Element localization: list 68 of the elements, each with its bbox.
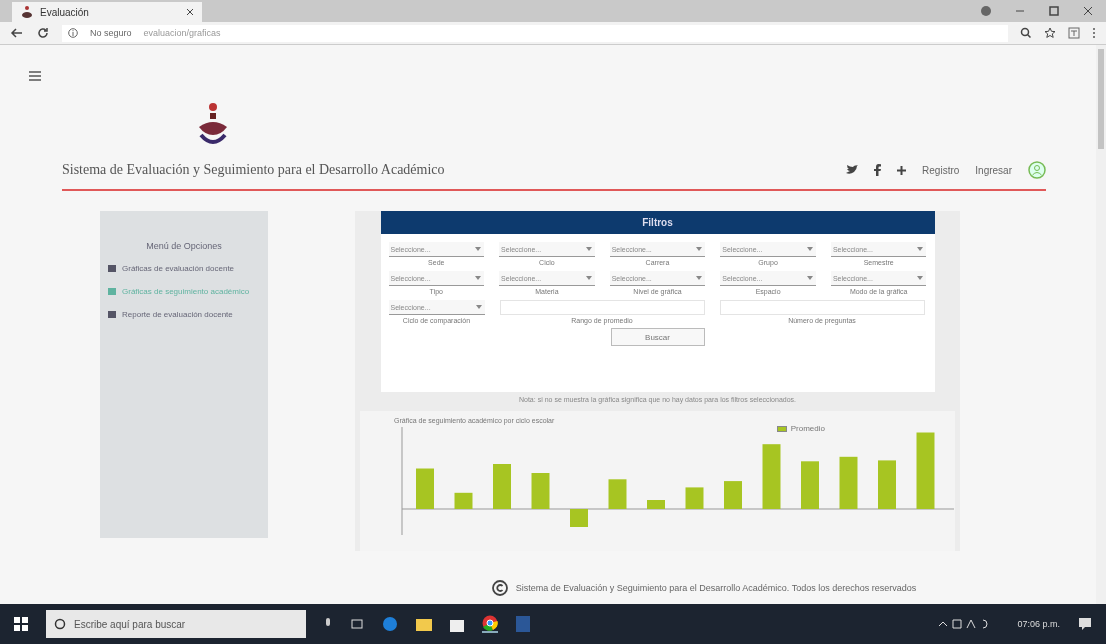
input-field[interactable]: [499, 300, 705, 315]
chrome-icon[interactable]: [482, 615, 498, 633]
crest-icon: [20, 5, 34, 19]
copyright-icon: [491, 580, 508, 596]
url-text: evaluacion/graficas: [143, 28, 221, 38]
chart-bar: [570, 509, 588, 527]
crest-logo-icon: [196, 101, 230, 147]
chart-bar: [685, 487, 704, 509]
twitter-icon[interactable]: [846, 165, 859, 175]
caret-icon: [917, 247, 924, 251]
chart-bar: [724, 481, 742, 509]
plus-icon[interactable]: [897, 165, 907, 175]
caret-icon: [696, 276, 703, 280]
address-bar[interactable]: No seguro evaluacion/graficas: [62, 24, 1008, 42]
caret-icon: [585, 247, 592, 251]
site-title: Sistema de Evaluación y Seguimiento para el Desarrollo Académico: [62, 162, 445, 178]
input-field[interactable]: [719, 300, 925, 315]
caret-icon: [475, 276, 482, 280]
star-icon[interactable]: [1044, 27, 1056, 39]
search-button[interactable]: Buscar: [610, 328, 705, 346]
chart-bar: [454, 492, 473, 509]
notification-icon[interactable]: [1078, 617, 1092, 631]
chart-bar: [531, 473, 550, 509]
facebook-icon[interactable]: [874, 164, 882, 176]
zoom-icon[interactable]: [1020, 27, 1032, 39]
footer-text: Sistema de Evaluación y Seguimiento para el Desarrollo Académico. Todos los derechos reservados: [515, 583, 917, 593]
reload-icon[interactable]: [36, 26, 50, 40]
security-label: No seguro: [90, 28, 132, 38]
caret-icon: [806, 276, 813, 280]
chart-bar: [416, 468, 434, 509]
chart-bar: [839, 456, 858, 509]
sidebar-title: Menú de Opciones: [145, 241, 223, 251]
sidebar-item[interactable]: Gráficas de seguimiento académico: [122, 286, 250, 298]
chart-bar: [493, 464, 511, 509]
tab-title: Evaluación: [40, 6, 89, 18]
folder-icon[interactable]: [416, 617, 432, 631]
clock-text: 07:06 p.m.: [1017, 619, 1060, 629]
chart-bar: [608, 479, 627, 509]
chart-bar: [801, 461, 819, 509]
caret-icon: [475, 305, 482, 309]
search-placeholder: Escribe aquí para buscar: [74, 618, 186, 630]
sidebar-item[interactable]: Gráficas de evaluación docente: [122, 263, 235, 275]
caret-icon: [917, 276, 924, 280]
chart-legend: Promedio: [790, 424, 825, 433]
caret-icon: [806, 247, 813, 251]
task-view-icon[interactable]: [350, 618, 364, 630]
windows-start-icon[interactable]: [14, 617, 28, 631]
register-link[interactable]: Registro: [922, 164, 960, 176]
login-link[interactable]: Ingresar: [975, 164, 1012, 176]
info-icon[interactable]: [68, 28, 78, 38]
maximize-icon[interactable]: [1048, 5, 1060, 17]
menu-icon[interactable]: [29, 71, 41, 81]
chart-bar: [762, 444, 781, 509]
caret-icon: [585, 276, 592, 280]
caret-icon: [475, 247, 482, 251]
menu-icon[interactable]: [1092, 27, 1096, 39]
taskbar-search-field[interactable]: Escribe aquí para buscar: [46, 610, 306, 638]
browser-tab[interactable]: Evaluación: [12, 2, 202, 22]
filter-header: Filtros: [380, 211, 935, 234]
cortana-circle-icon: [54, 618, 66, 630]
legend-swatch-icon: [776, 425, 787, 432]
sidebar-item[interactable]: Reporte de evaluación docente: [122, 309, 233, 321]
close-icon[interactable]: [186, 8, 194, 16]
chart-bar: [647, 500, 665, 509]
back-icon[interactable]: [10, 26, 24, 40]
caret-icon: [696, 247, 703, 251]
chart-bar: [878, 460, 896, 509]
close-icon[interactable]: [1082, 5, 1094, 17]
